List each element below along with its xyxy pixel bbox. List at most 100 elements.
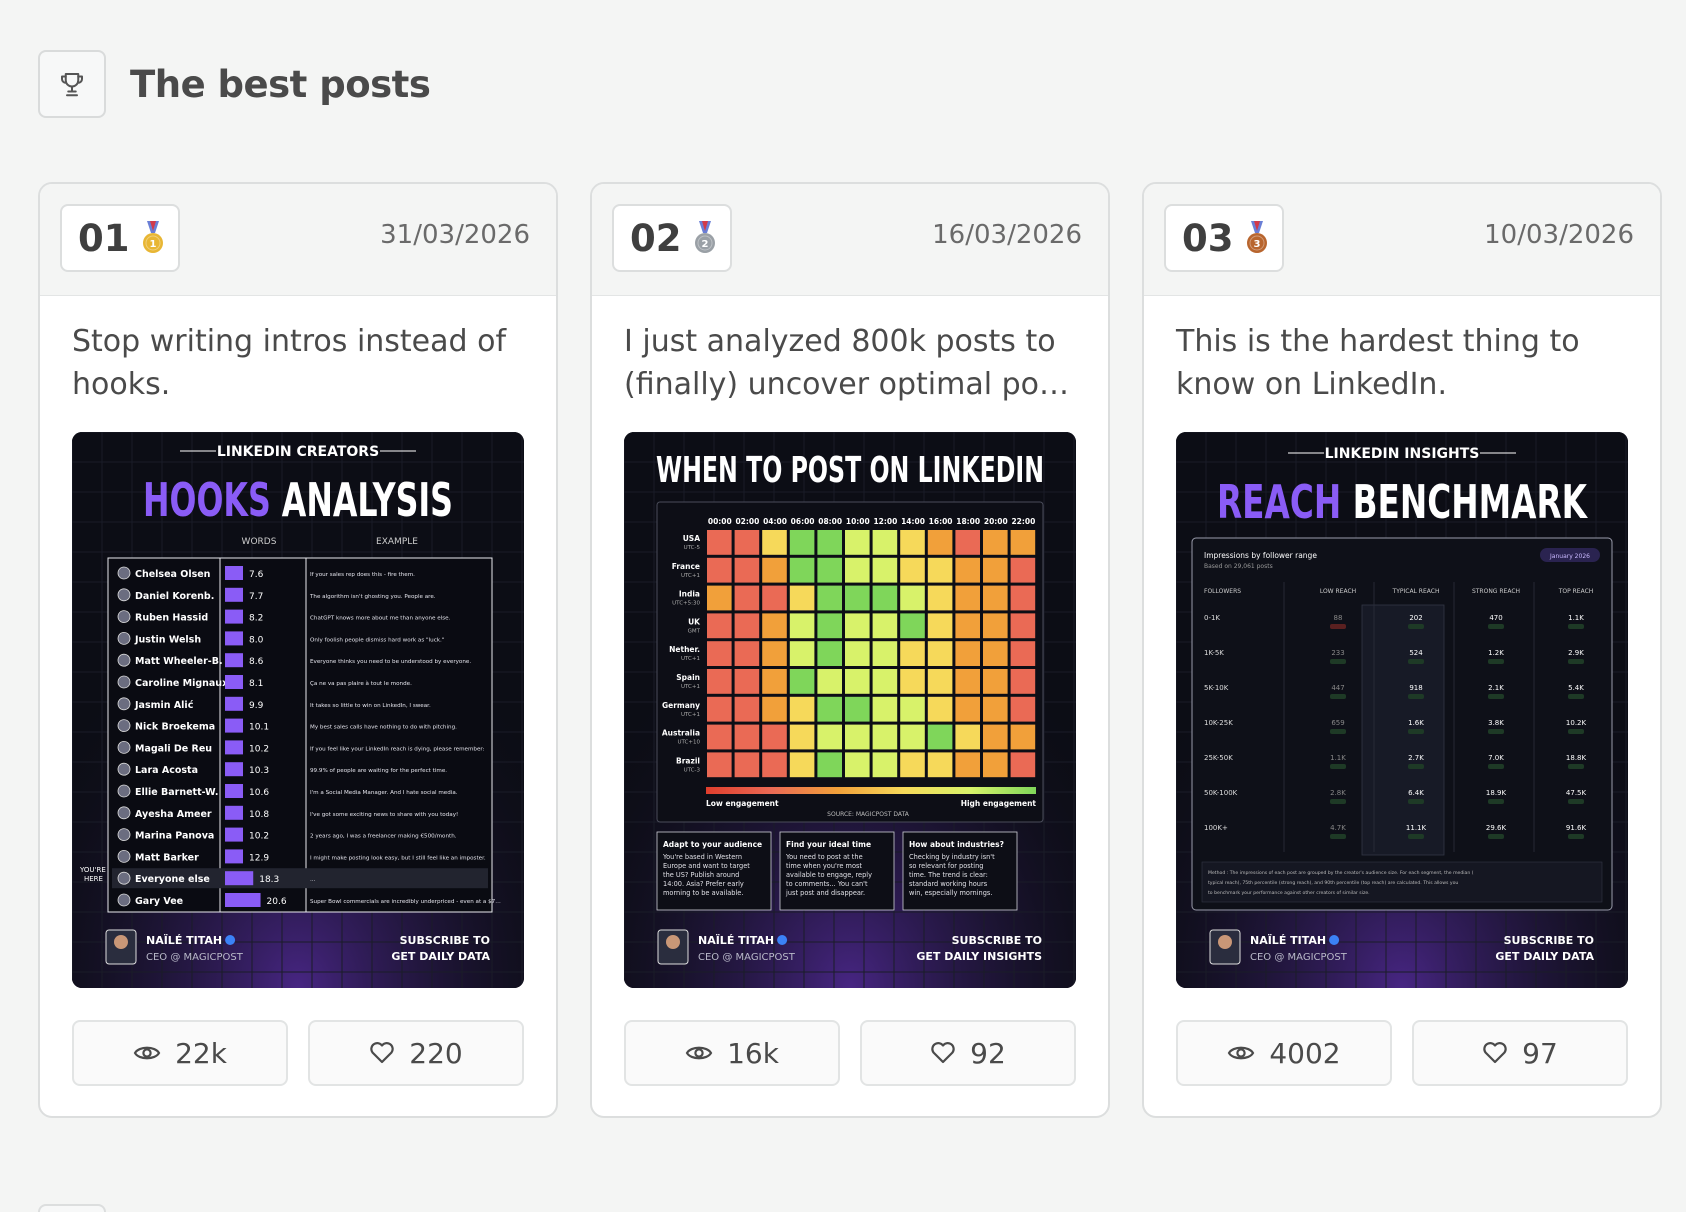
heat-cell bbox=[1010, 696, 1036, 722]
reach-value: 2.1K bbox=[1488, 684, 1504, 692]
heat-cell bbox=[1010, 557, 1036, 583]
post-card[interactable]: 02 2 16/03/2026 I just analyzed 800k pos… bbox=[590, 182, 1110, 1118]
word-value: 7.6 bbox=[249, 570, 264, 580]
eye-icon bbox=[133, 1046, 161, 1060]
heat-cell bbox=[789, 696, 815, 722]
creator-name: Magali De Reu bbox=[135, 743, 212, 754]
post-image[interactable]: LINKEDIN CREATORS HOOKS ANALYSIS WORDS EXAM… bbox=[72, 432, 524, 988]
heat-cell bbox=[789, 613, 815, 639]
post-image[interactable]: WHEN TO POST ON LINKEDIN 00:00 02:00 04:00 0… bbox=[624, 432, 1076, 988]
heat-cell bbox=[734, 669, 760, 694]
post-card[interactable]: 03 3 10/03/2026 This is the hardest thin… bbox=[1142, 182, 1662, 1118]
heat-cell bbox=[872, 696, 898, 722]
insight-body: Europe and want to target bbox=[663, 862, 750, 870]
heat-cell bbox=[762, 752, 787, 778]
heat-cell bbox=[955, 669, 980, 694]
reach-value: 18.8K bbox=[1566, 754, 1587, 762]
hour-label: 00:00 bbox=[708, 517, 732, 526]
creator-name: Lara Acosta bbox=[135, 765, 198, 776]
follower-range: 1K-5K bbox=[1204, 649, 1224, 657]
word-value: 8.6 bbox=[249, 657, 264, 667]
post-date: 10/03/2026 bbox=[1484, 220, 1634, 250]
heat-cell bbox=[872, 641, 898, 666]
post-title[interactable]: I just analyzed 800k posts to (finally) … bbox=[624, 320, 1084, 406]
post-title[interactable]: This is the hardest thing to know on Lin… bbox=[1176, 320, 1636, 406]
insight-body: to comments... You can't bbox=[786, 880, 868, 888]
delta-chip bbox=[1568, 624, 1584, 629]
word-value: 8.2 bbox=[249, 614, 263, 624]
timezone-label: UTC+5:30 bbox=[672, 601, 700, 607]
post-image[interactable]: LINKEDIN INSIGHTS REACH BENCHMARK Impressi… bbox=[1176, 432, 1628, 988]
hook-example: ... bbox=[310, 877, 316, 883]
heat-cell bbox=[762, 641, 787, 666]
heat-cell bbox=[872, 613, 898, 639]
reach-value: 524 bbox=[1409, 649, 1423, 657]
hour-label: 16:00 bbox=[929, 517, 953, 526]
creator-avatar bbox=[117, 610, 131, 624]
word-bar bbox=[225, 718, 243, 733]
insight-body: so relevant for posting bbox=[909, 862, 983, 870]
word-value: 10.3 bbox=[249, 766, 269, 776]
heat-cell bbox=[900, 585, 925, 611]
author-role: CEO @ MAGICPOST bbox=[146, 952, 244, 963]
delta-chip bbox=[1330, 799, 1346, 804]
hour-label: 04:00 bbox=[763, 517, 787, 526]
heat-cell bbox=[707, 641, 732, 666]
hour-label: 02:00 bbox=[735, 517, 759, 526]
delta-chip bbox=[1568, 834, 1584, 839]
post-date: 16/03/2026 bbox=[932, 220, 1082, 250]
word-value: 18.3 bbox=[259, 875, 279, 885]
heat-cell bbox=[955, 724, 980, 750]
post-card[interactable]: 01 1 31/03/2026 Stop writing intros inst… bbox=[38, 182, 558, 1118]
heat-cell bbox=[927, 752, 953, 778]
heat-cell bbox=[872, 530, 898, 555]
reach-value: 1.2K bbox=[1488, 649, 1504, 657]
word-value: 10.2 bbox=[249, 832, 269, 842]
delta-chip bbox=[1488, 624, 1504, 629]
timezone-label: UTC+10 bbox=[677, 740, 700, 746]
creator-name: Matt Barker bbox=[135, 852, 199, 863]
heat-cell bbox=[707, 724, 732, 750]
word-value: 7.7 bbox=[249, 592, 263, 602]
word-bar bbox=[225, 696, 243, 711]
cta-line-1: SUBSCRIBE TO bbox=[1504, 934, 1594, 947]
hour-label: 18:00 bbox=[956, 517, 980, 526]
word-value: 10.1 bbox=[249, 723, 269, 733]
method-text: to benchmark your performance against ot… bbox=[1208, 890, 1370, 896]
table-header: FOLLOWERS bbox=[1204, 588, 1241, 595]
heat-cell bbox=[1010, 724, 1036, 750]
country-label: Spain bbox=[676, 673, 700, 682]
timezone-label: UTC+1 bbox=[681, 656, 700, 662]
post-title[interactable]: Stop writing intros instead of hooks. bbox=[72, 320, 532, 406]
timezone-label: GMT bbox=[688, 628, 701, 634]
heat-cell bbox=[872, 752, 898, 778]
delta-chip bbox=[1568, 799, 1584, 804]
heat-cell bbox=[789, 724, 815, 750]
delta-chip bbox=[1488, 764, 1504, 769]
word-value: 8.1 bbox=[249, 679, 263, 689]
creator-avatar bbox=[117, 653, 131, 667]
reach-value: 6.4K bbox=[1408, 789, 1424, 797]
cta-line-2: GET DAILY DATA bbox=[391, 950, 490, 963]
source-label: SOURCE: MAGICPOST DATA bbox=[827, 811, 910, 818]
hook-example: I'm a Social Media Manager. And I hate s… bbox=[310, 790, 458, 796]
rank-number: 01 bbox=[78, 216, 130, 260]
col-words: WORDS bbox=[242, 537, 277, 547]
reach-value: 918 bbox=[1409, 684, 1422, 692]
timezone-label: UTC+1 bbox=[681, 684, 700, 690]
insight-body: You need to post at the bbox=[785, 853, 863, 861]
creator-name: Matt Wheeler-B. bbox=[135, 656, 223, 667]
heat-cell bbox=[1010, 613, 1036, 639]
heat-cell bbox=[734, 696, 760, 722]
heat-cell bbox=[872, 585, 898, 611]
heat-cell bbox=[1010, 641, 1036, 666]
author-role: CEO @ MAGICPOST bbox=[698, 952, 796, 963]
creator-name: Everyone else bbox=[135, 874, 210, 885]
delta-chip bbox=[1330, 624, 1346, 629]
insight-title: Adapt to your audience bbox=[663, 840, 762, 849]
post-title-line-2: (finally) uncover optimal posting times … bbox=[624, 367, 1084, 402]
likes-stat: 220 bbox=[308, 1020, 524, 1086]
creator-name: Jasmin Alić bbox=[134, 700, 194, 711]
heat-cell bbox=[789, 530, 815, 555]
timezone-label: UTC-3 bbox=[684, 767, 701, 773]
